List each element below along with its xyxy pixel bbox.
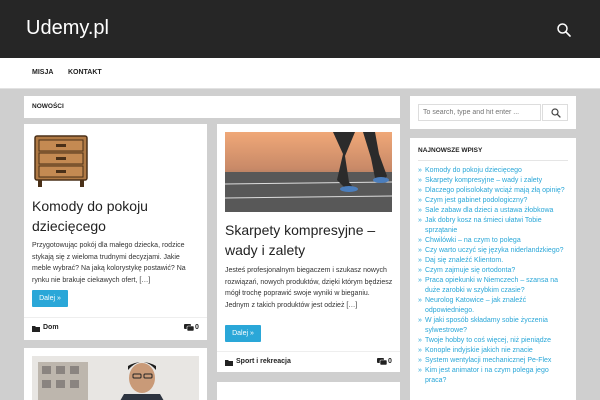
post-thumbnail[interactable] [32,132,90,190]
section-header: NOWOŚCI [24,96,400,118]
recent-post-link[interactable]: » Konople indyjskie jakich nie znacie [418,346,570,356]
site-header: Udemy.pl [0,0,600,58]
recent-post-link[interactable]: » Neurolog Katowice – jak znaleźć odpowie… [418,296,570,316]
folder-icon [32,326,40,332]
post-title[interactable]: Skarpety kompresyjne – wady i zalety [225,220,395,260]
post-excerpt: Jesteś profesjonalnym biegaczem i szukas… [225,267,393,309]
recent-post-link[interactable]: » Komody do pokoju dziecięcego [418,166,570,176]
recent-post-link[interactable]: » Daj się znaleźć Klientom. [418,256,570,266]
post-thumbnail[interactable] [225,132,392,212]
comment-count[interactable]: 0 [388,358,392,365]
folder-icon [225,360,233,366]
recent-post-link[interactable]: » Czym zajmuje się ortodonta? [418,266,570,276]
post-card [217,382,400,400]
post-card: Komody do pokoju dziecięcego Przygotowuj… [24,124,207,340]
recent-post-link[interactable]: » Jak dobry kosz na śmieci ułatwi Tobie s… [418,216,570,236]
search-submit-button[interactable] [542,104,568,121]
recent-post-link[interactable]: » Twoje hobby to coś więcej, niż pieniądz… [418,336,570,346]
post-category[interactable]: Dom [43,324,59,331]
nav-item-kontakt[interactable]: KONTAKT [68,69,102,76]
post-card [24,348,207,400]
read-more-button[interactable]: Dalej » [225,325,261,342]
recent-post-link[interactable]: » W jaki sposób składamy sobie życzenia s… [418,316,570,336]
comment-icon [184,324,194,332]
recent-post-link[interactable]: » Czy warto uczyć się języka niderlandzki… [418,246,570,256]
read-more-button[interactable]: Dalej » [32,290,68,307]
post-card: Skarpety kompresyjne – wady i zalety Jes… [217,124,400,372]
post-footer: Sport i rekreacja 0 [217,351,400,371]
recent-post-link[interactable]: » Skarpety kompresyjne – wady i zalety [418,176,570,186]
comment-count[interactable]: 0 [195,324,199,331]
post-category[interactable]: Sport i rekreacja [236,358,291,365]
widget-title: NAJNOWSZE WPISY [418,147,483,154]
post-title[interactable]: Komody do pokoju dziecięcego [32,196,192,236]
recent-post-link[interactable]: » Chwilówki – na czym to polega [418,236,570,246]
search-icon [551,108,561,118]
recent-posts-list: » Komody do pokoju dziecięcego » Skarpety … [418,166,570,386]
recent-post-link[interactable]: » Czym jest gabinet podologiczny? [418,196,570,206]
recent-post-link[interactable]: » Praca opiekunki w Niemczech – szansa na… [418,276,570,296]
recent-post-link[interactable]: » System wentylacji mechanicznej Pe-Flex [418,356,570,366]
post-thumbnail[interactable] [32,356,199,400]
nav-item-misja[interactable]: MISJA [32,69,53,76]
section-title: NOWOŚCI [32,103,64,110]
recent-post-link[interactable]: » Dlaczego polisolokaty wciąż mają złą op… [418,186,570,196]
site-title[interactable]: Udemy.pl [26,17,109,40]
recent-post-link[interactable]: » Sale zabaw dla dzieci a ustawa żłobkowa [418,206,570,216]
search-icon[interactable] [556,22,572,38]
divider [418,160,568,161]
comment-icon [377,358,387,366]
search-input[interactable] [418,104,541,121]
search-widget [410,96,576,129]
post-footer: Dom 0 [24,317,207,337]
recent-post-link[interactable]: » Kim jest animator i na czym polega jego… [418,366,570,386]
main-navigation: MISJA KONTAKT [0,58,600,89]
recent-posts-widget: NAJNOWSZE WPISY » Komody do pokoju dzieci… [410,138,576,400]
post-excerpt: Przygotowując pokój dla małego dziecka, … [32,242,186,284]
